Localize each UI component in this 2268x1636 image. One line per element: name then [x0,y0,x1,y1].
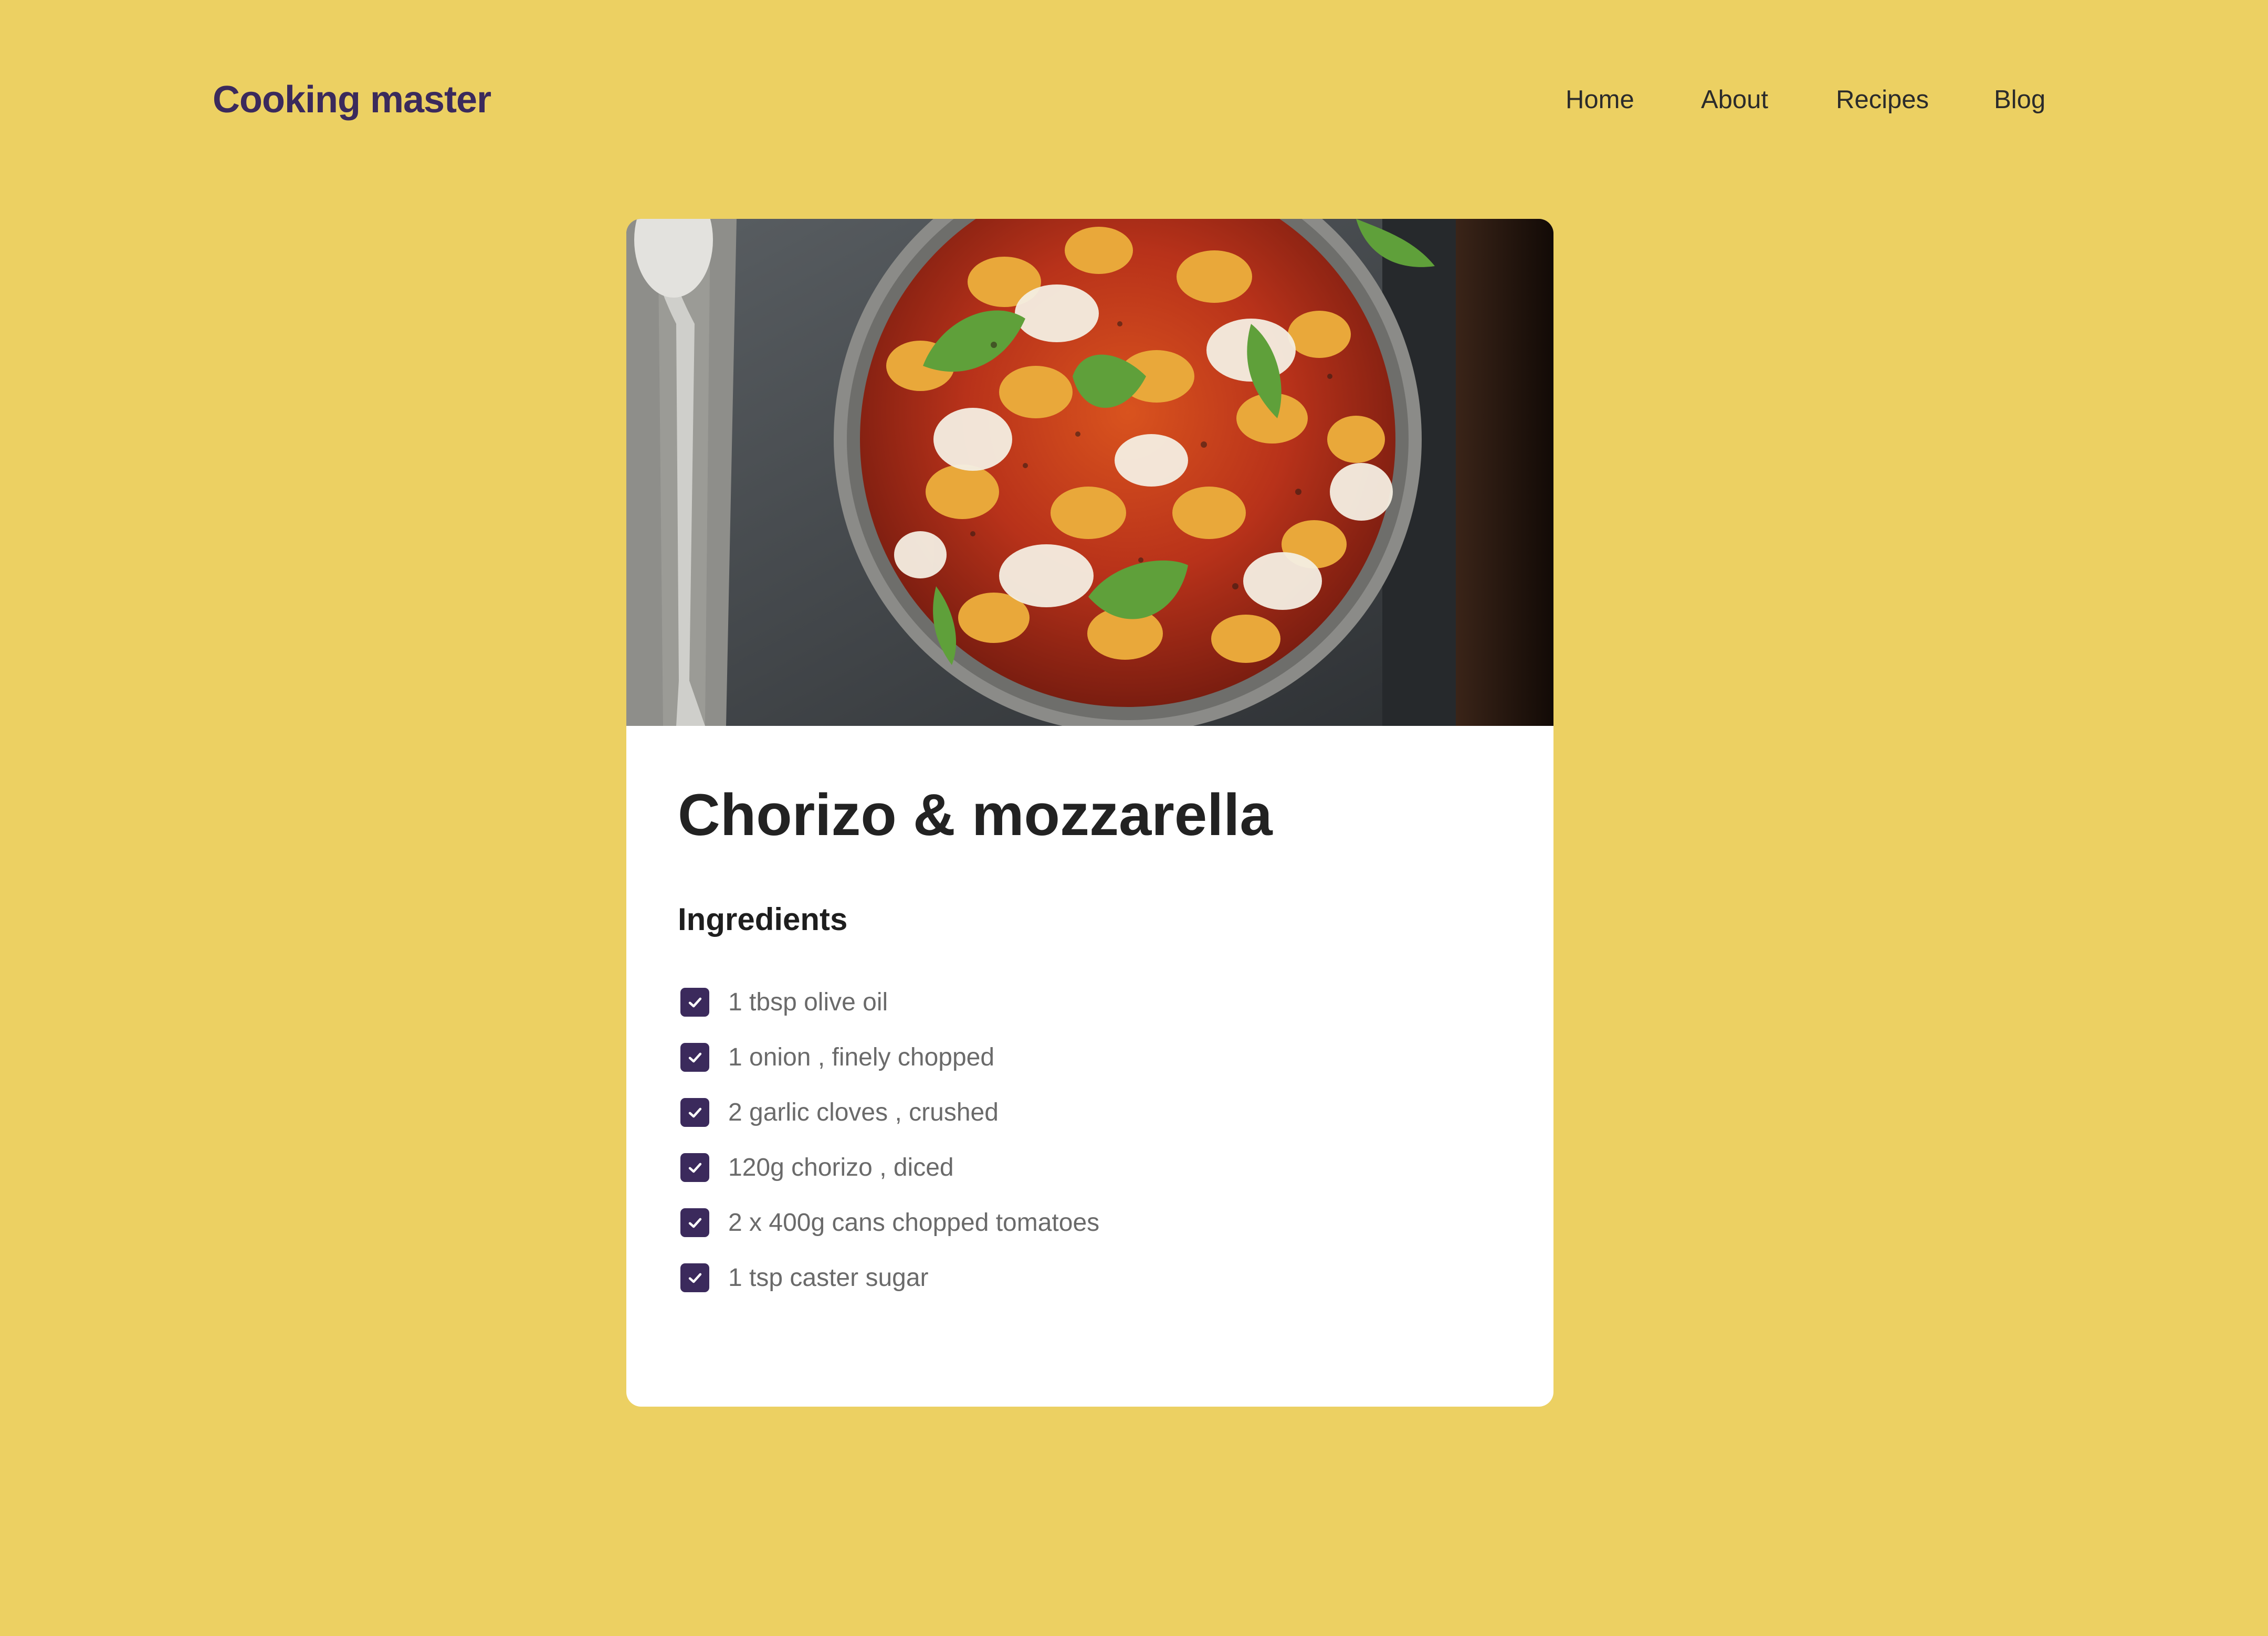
recipe-image [626,219,1553,726]
site-logo[interactable]: Cooking master [213,73,491,126]
ingredient-label: 2 garlic cloves , crushed [728,1099,999,1126]
checkmark-icon [688,1107,701,1117]
nav-home-link[interactable]: Home [1566,81,1634,118]
checkmark-icon [688,1052,701,1062]
ingredient-label: 120g chorizo , diced [728,1154,954,1181]
ingredient-checkbox[interactable] [680,1043,709,1072]
ingredient-checkbox[interactable] [680,1153,709,1182]
checkmark-icon [688,1273,701,1283]
recipe-title: Chorizo & mozzarella [678,782,1273,848]
ingredient-checkbox[interactable] [680,1098,709,1127]
ingredient-item: 2 garlic cloves , crushed [680,1085,1099,1140]
checkmark-icon [688,1163,701,1173]
ingredient-item: 1 onion , finely chopped [680,1030,1099,1085]
ingredient-item: 1 tbsp olive oil [680,975,1099,1030]
ingredient-label: 1 tsp caster sugar [728,1264,929,1292]
checkmark-icon [688,1218,701,1228]
ingredient-checkbox[interactable] [680,1263,709,1292]
ingredient-checkbox[interactable] [680,1208,709,1237]
nav-blog-link[interactable]: Blog [1994,81,2045,118]
checkmark-icon [688,997,701,1007]
ingredients-heading: Ingredients [678,902,848,937]
ingredient-checkbox[interactable] [680,988,709,1017]
ingredient-label: 2 x 400g cans chopped tomatoes [728,1209,1100,1237]
ingredient-item: 1 tsp caster sugar [680,1250,1099,1305]
ingredient-list: 1 tbsp olive oil 1 onion , finely choppe… [680,975,1099,1305]
ingredient-label: 1 tbsp olive oil [728,988,888,1016]
ingredient-item: 120g chorizo , diced [680,1140,1099,1195]
nav-recipes-link[interactable]: Recipes [1836,81,1929,118]
nav-about-link[interactable]: About [1701,81,1768,118]
ingredient-item: 2 x 400g cans chopped tomatoes [680,1195,1099,1250]
ingredient-label: 1 onion , finely chopped [728,1043,995,1071]
recipe-card: Chorizo & mozzarella Ingredients 1 tbsp … [626,219,1553,1407]
